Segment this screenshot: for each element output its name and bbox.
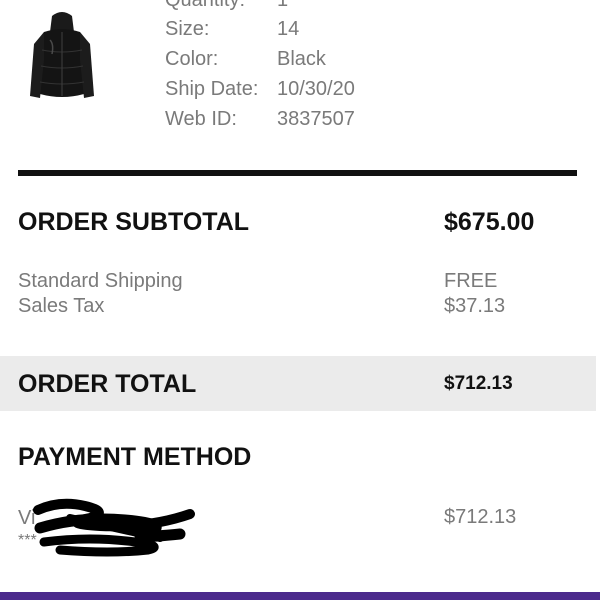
detail-label: Web ID:	[165, 108, 237, 130]
detail-quantity: Quantity: 1	[165, 0, 425, 12]
order-subtotal-value: $675.00	[444, 208, 535, 236]
sales-tax-label: Sales Tax	[18, 295, 105, 317]
product-image[interactable]	[28, 10, 96, 106]
detail-ship-date: Ship Date: 10/30/20	[165, 77, 425, 101]
detail-label: Quantity:	[165, 0, 246, 11]
detail-color: Color: Black	[165, 47, 425, 71]
shipping-value: FREE	[444, 270, 498, 292]
section-divider	[18, 170, 577, 176]
detail-label: Ship Date:	[165, 78, 259, 100]
detail-value: Black	[277, 48, 326, 70]
shipping-label: Standard Shipping	[18, 270, 183, 292]
sales-tax-value: $37.13	[444, 295, 506, 317]
bottom-accent-bar	[0, 592, 600, 600]
payment-method-title: PAYMENT METHOD	[18, 443, 252, 471]
order-total-value: $712.13	[444, 373, 513, 394]
detail-value: 14	[277, 18, 300, 40]
detail-value: 1	[277, 0, 289, 11]
detail-value: 3837507	[277, 108, 355, 130]
order-subtotal-label: ORDER SUBTOTAL	[18, 208, 250, 236]
detail-size: Size: 14	[165, 17, 425, 41]
redaction-scribble	[30, 498, 200, 558]
detail-label: Size:	[165, 18, 210, 40]
detail-label: Color:	[165, 48, 219, 70]
payment-amount: $712.13	[444, 506, 517, 528]
order-total-label: ORDER TOTAL	[18, 370, 197, 398]
detail-value: 10/30/20	[277, 78, 355, 100]
jacket-icon	[30, 12, 94, 98]
detail-web-id: Web ID: 3837507	[165, 107, 425, 131]
